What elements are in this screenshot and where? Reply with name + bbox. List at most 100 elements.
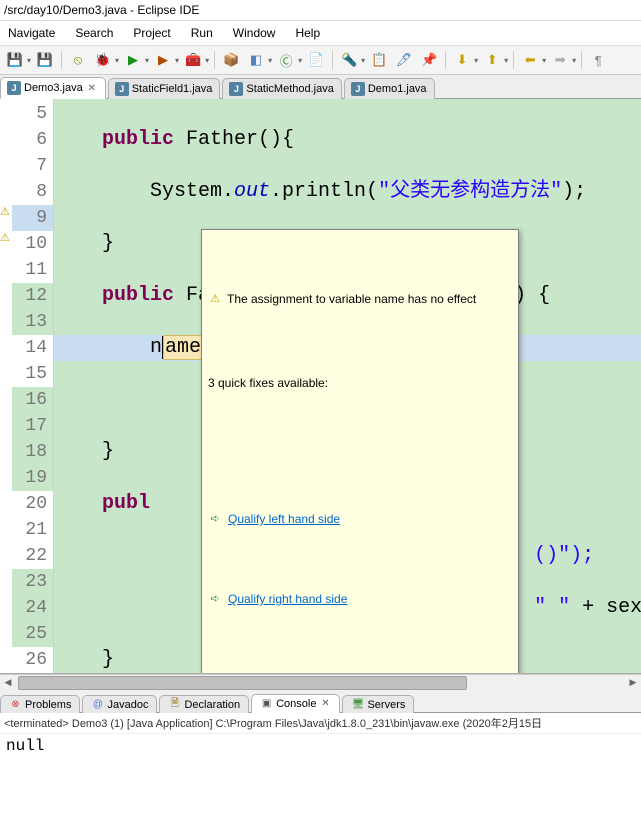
toolbar: 💾▾ 💾 ⦸ 🐞▾ ▶▾ ▶▾ 🧰▾ 📦 ◧▾ Ⓒ▾ 📄 🔦▾ 📋 🖊 📌 ⬇▾… [0, 46, 641, 75]
dropdown-icon[interactable]: ▾ [361, 56, 365, 65]
tab-servers[interactable]: 🖥 Servers [342, 695, 414, 713]
dropdown-icon[interactable]: ▾ [298, 56, 302, 65]
console-output[interactable]: null [0, 734, 641, 834]
menu-search[interactable]: Search [67, 23, 121, 43]
save-all-icon[interactable]: 💾 [34, 49, 56, 71]
editor-tab-bar: J Demo3.java ✕ J StaticField1.java J Sta… [0, 75, 641, 99]
tab-label: Javadoc [107, 699, 148, 711]
java-file-icon: J [229, 82, 243, 96]
code-text: } [102, 232, 114, 255]
debug-icon[interactable]: 🐞 [92, 49, 114, 71]
tab-declaration[interactable]: 🗎 Declaration [159, 695, 249, 713]
code-text: System. [150, 180, 234, 203]
code-string: ()"); [534, 544, 594, 567]
console-icon: ▣ [260, 697, 273, 710]
separator [445, 51, 446, 69]
close-icon[interactable]: ✕ [86, 82, 98, 94]
quickfix-item[interactable]: ➪ Qualify left hand side [208, 505, 512, 533]
tooltip-subtitle: 3 quick fixes available: [202, 368, 518, 398]
quickfix-tooltip[interactable]: ⚠ The assignment to variable name has no… [201, 229, 519, 673]
next-annotation-icon[interactable]: ⬇ [451, 49, 473, 71]
back-icon[interactable]: ⬅ [519, 49, 541, 71]
dropdown-icon[interactable]: ▾ [115, 56, 119, 65]
scrollbar-thumb[interactable] [18, 676, 467, 690]
run-external-icon[interactable]: 🧰 [182, 49, 204, 71]
code-text [54, 128, 102, 151]
tab-label: Declaration [184, 699, 240, 711]
prev-annotation-icon[interactable]: ⬆ [481, 49, 503, 71]
tab-staticfield1[interactable]: J StaticField1.java [108, 78, 221, 99]
dropdown-icon[interactable]: ▾ [474, 56, 478, 65]
separator [214, 51, 215, 69]
code-area[interactable]: public Father(){ System.out.println("父类无… [54, 99, 641, 673]
window-title: /src/day10/Demo3.java - Eclipse IDE [0, 0, 641, 21]
quickfix-item[interactable]: ➪ Qualify right hand side [208, 585, 512, 613]
dropdown-icon[interactable]: ▾ [27, 56, 31, 65]
dropdown-icon[interactable]: ▾ [175, 56, 179, 65]
menu-project[interactable]: Project [125, 23, 178, 43]
code-text [54, 336, 150, 359]
code-text: + sex); [570, 596, 641, 619]
code-keyword: public [102, 284, 174, 307]
warning-marker-icon[interactable]: ⚠ [0, 231, 12, 243]
menu-navigate[interactable]: Navigate [0, 23, 63, 43]
tab-console[interactable]: ▣ Console ✕ [251, 694, 340, 713]
tab-staticmethod[interactable]: J StaticMethod.java [222, 78, 341, 99]
servers-icon: 🖥 [351, 698, 364, 711]
close-icon[interactable]: ✕ [319, 698, 331, 710]
menu-bar: Navigate Search Project Run Window Help [0, 21, 641, 46]
new-class-icon[interactable]: Ⓒ [275, 49, 297, 71]
separator [513, 51, 514, 69]
quickfix-item[interactable]: ⚙ Configure problem severity [208, 665, 512, 673]
skip-breakpoints-icon[interactable]: ⦸ [67, 49, 89, 71]
tab-javadoc[interactable]: @ Javadoc [82, 695, 157, 713]
open-task-icon[interactable]: 📋 [368, 49, 390, 71]
tab-problems[interactable]: ⊗ Problems [0, 695, 80, 713]
pin-icon[interactable]: 📌 [418, 49, 440, 71]
bottom-tab-bar: ⊗ Problems @ Javadoc 🗎 Declaration ▣ Con… [0, 690, 641, 713]
code-text [54, 180, 150, 203]
line-number-gutter[interactable]: 5 6 7 8 9 10 11 12 13 14 15 16 17 18 19 … [12, 99, 54, 673]
paragraph-icon[interactable]: ¶ [587, 49, 609, 71]
code-text [54, 440, 102, 463]
scroll-left-icon[interactable]: ◀ [0, 677, 16, 688]
dropdown-icon[interactable]: ▾ [504, 56, 508, 65]
tab-demo1[interactable]: J Demo1.java [344, 78, 435, 99]
dropdown-icon[interactable]: ▾ [268, 56, 272, 65]
dropdown-icon[interactable]: ▾ [572, 56, 576, 65]
quickfix-link[interactable]: Qualify right hand side [228, 586, 347, 612]
dropdown-icon[interactable]: ▾ [205, 56, 209, 65]
tooltip-message: The assignment to variable name has no e… [227, 286, 476, 312]
dropdown-icon[interactable]: ▾ [145, 56, 149, 65]
run-icon[interactable]: ▶ [122, 49, 144, 71]
new-package-icon[interactable]: 📦 [220, 49, 242, 71]
code-text: ); [562, 180, 586, 203]
tooltip-fix-list: ➪ Qualify left hand side ➪ Qualify right… [202, 450, 518, 673]
forward-icon[interactable]: ➡ [549, 49, 571, 71]
search-icon[interactable]: 🔦 [338, 49, 360, 71]
menu-run[interactable]: Run [183, 23, 221, 43]
java-file-icon: J [351, 82, 365, 96]
menu-window[interactable]: Window [225, 23, 284, 43]
save-icon[interactable]: 💾 [4, 49, 26, 71]
coverage-icon[interactable]: ▶ [152, 49, 174, 71]
warning-marker-icon[interactable]: ⚠ [0, 205, 12, 217]
editor: ⚠ ⚠ 5 6 7 8 9 10 11 12 13 14 15 16 17 18… [0, 99, 641, 674]
tab-label: Problems [25, 699, 71, 711]
tab-demo3[interactable]: J Demo3.java ✕ [0, 77, 106, 99]
warning-icon: ⚠ [208, 292, 222, 306]
quickfix-link[interactable]: Qualify left hand side [228, 506, 340, 532]
new-type-icon[interactable]: ◧ [245, 49, 267, 71]
javadoc-icon: @ [91, 698, 104, 711]
quickfix-link[interactable]: Configure problem severity [228, 666, 371, 673]
scroll-right-icon[interactable]: ▶ [625, 677, 641, 688]
menu-help[interactable]: Help [287, 23, 328, 43]
code-string: "父类无参构造方法" [378, 180, 562, 203]
code-keyword: publ [102, 492, 150, 515]
code-highlight: ame [163, 335, 203, 360]
editor-horizontal-scrollbar[interactable]: ◀ ▶ [0, 674, 641, 690]
declaration-icon: 🗎 [168, 698, 181, 711]
open-type-icon[interactable]: 📄 [305, 49, 327, 71]
dropdown-icon[interactable]: ▾ [542, 56, 546, 65]
toggle-mark-icon[interactable]: 🖊 [393, 49, 415, 71]
